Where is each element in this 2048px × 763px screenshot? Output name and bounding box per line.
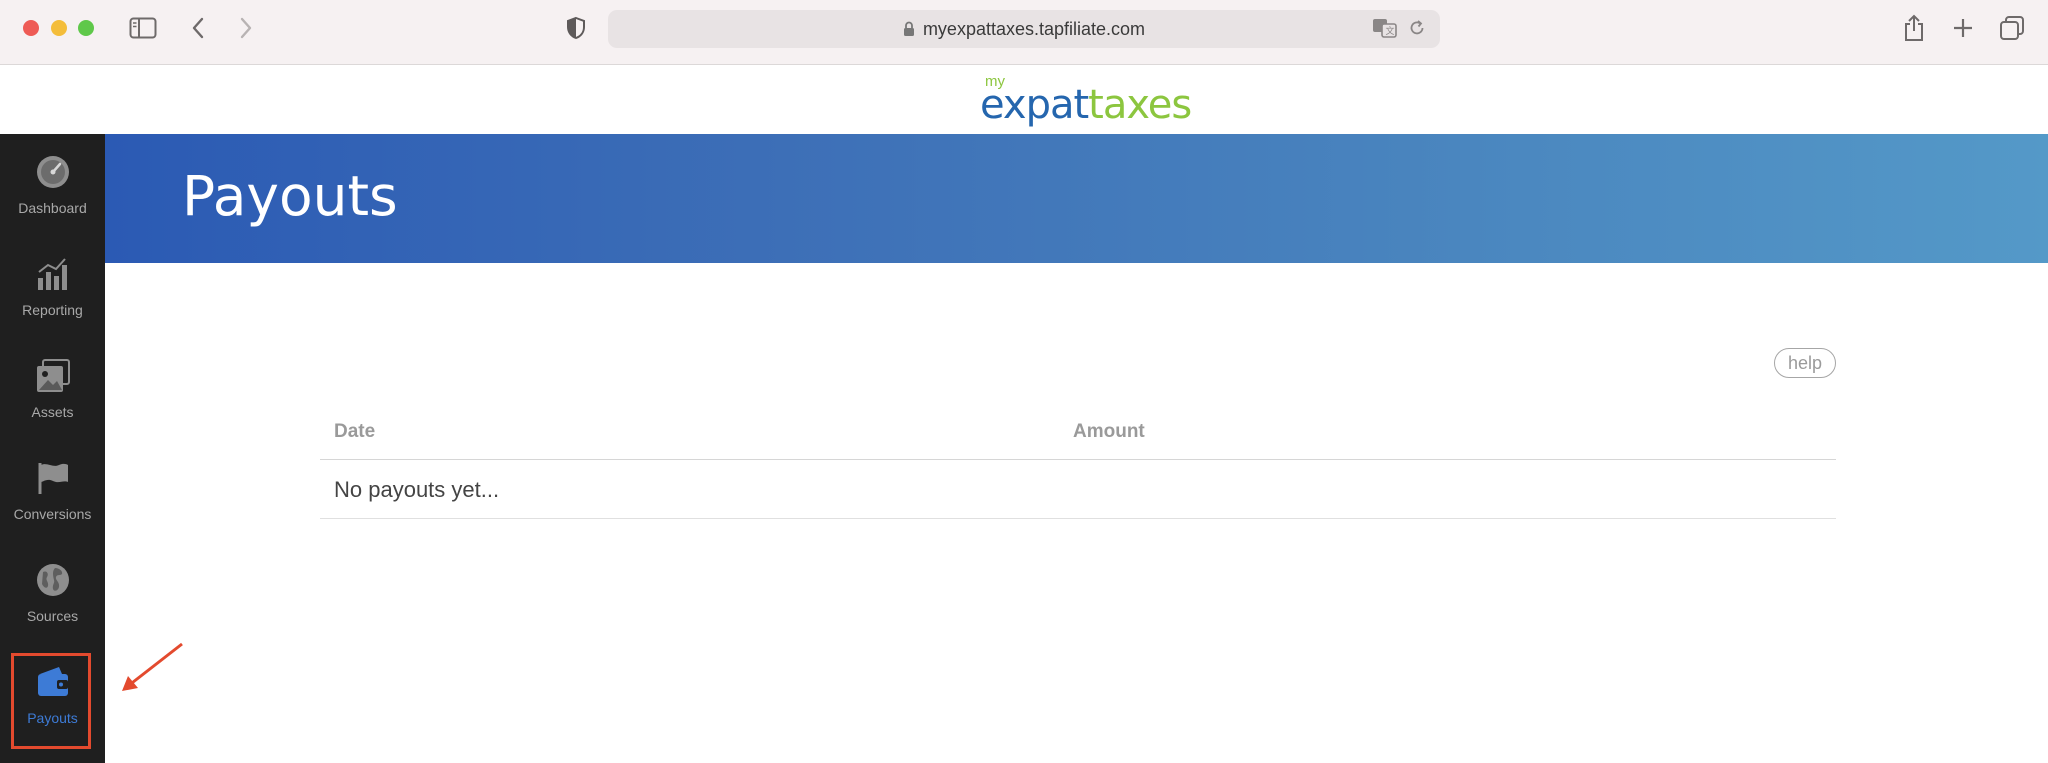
address-bar[interactable]: myexpattaxes.tapfiliate.com 文 bbox=[608, 10, 1440, 48]
translate-icon[interactable]: 文 bbox=[1372, 18, 1398, 43]
annotation-arrow-icon bbox=[122, 642, 183, 691]
page-title: Payouts bbox=[182, 164, 398, 228]
table-row: No payouts yet... bbox=[320, 460, 1836, 519]
bar-chart-icon bbox=[35, 256, 71, 292]
tab-overview-icon[interactable] bbox=[1996, 12, 2028, 44]
gauge-icon bbox=[35, 154, 71, 190]
sidebar-toggle-icon[interactable] bbox=[128, 12, 158, 44]
sidebar-item-dashboard[interactable]: Dashboard bbox=[0, 134, 105, 236]
maximize-window-button[interactable] bbox=[78, 20, 94, 36]
close-window-button[interactable] bbox=[23, 20, 39, 36]
payouts-table: Date Amount No payouts yet... bbox=[320, 408, 1836, 519]
sidebar-item-label: Dashboard bbox=[18, 200, 87, 216]
lock-icon bbox=[903, 21, 915, 37]
new-tab-icon[interactable] bbox=[1948, 12, 1978, 44]
forward-icon[interactable] bbox=[234, 12, 258, 44]
sidebar-item-label: Assets bbox=[31, 404, 74, 420]
sidebar-item-label: Sources bbox=[26, 608, 79, 624]
reload-icon[interactable] bbox=[1408, 19, 1426, 42]
empty-state-message: No payouts yet... bbox=[334, 477, 500, 502]
globe-icon bbox=[35, 562, 71, 598]
sidebar-item-label: Conversions bbox=[13, 506, 92, 522]
sidebar-item-conversions[interactable]: Conversions bbox=[0, 440, 105, 542]
back-icon[interactable] bbox=[186, 12, 210, 44]
share-icon[interactable] bbox=[1899, 12, 1929, 44]
browser-toolbar: myexpattaxes.tapfiliate.com 文 bbox=[0, 0, 2048, 65]
logo-wordmark: expattaxes bbox=[980, 82, 1192, 128]
sidebar-item-sources[interactable]: Sources bbox=[0, 542, 105, 644]
sidebar-item-label: Reporting bbox=[22, 302, 83, 318]
sidebar-item-reporting[interactable]: Reporting bbox=[0, 236, 105, 338]
url-text: myexpattaxes.tapfiliate.com bbox=[922, 18, 1146, 39]
column-header-date[interactable]: Date bbox=[334, 421, 375, 443]
images-icon bbox=[35, 358, 71, 394]
myexpattaxes-logo[interactable]: my expattaxes bbox=[980, 73, 1192, 129]
help-button[interactable]: help bbox=[1774, 348, 1836, 378]
privacy-shield-icon[interactable] bbox=[563, 12, 589, 44]
flag-icon bbox=[35, 460, 71, 496]
minimize-window-button[interactable] bbox=[51, 20, 67, 36]
svg-text:文: 文 bbox=[1386, 25, 1395, 37]
site-header: my expattaxes bbox=[0, 65, 2048, 134]
sidebar-item-assets[interactable]: Assets bbox=[0, 338, 105, 440]
page-banner: Payouts bbox=[105, 134, 2048, 263]
sidebar-nav: Dashboard Reporting Assets Conversions S… bbox=[0, 134, 105, 763]
table-header: Date Amount bbox=[320, 408, 1836, 460]
payouts-highlight-box bbox=[11, 653, 91, 749]
column-header-amount[interactable]: Amount bbox=[1073, 421, 1145, 443]
